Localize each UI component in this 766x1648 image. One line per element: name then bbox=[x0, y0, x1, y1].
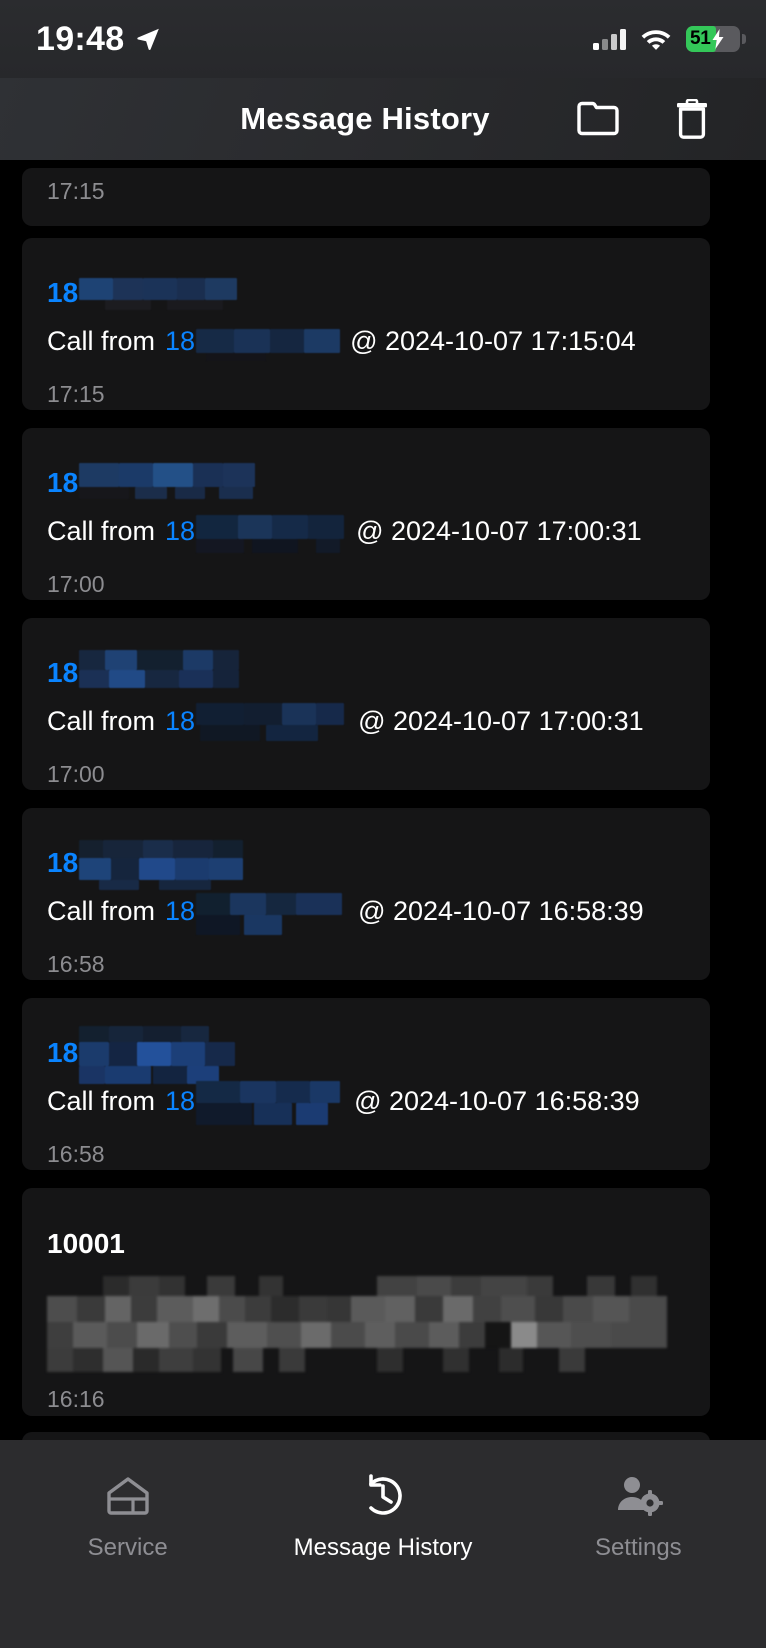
message-body-number: 18 bbox=[165, 1086, 196, 1116]
home-icon bbox=[103, 1470, 153, 1520]
delete-button[interactable] bbox=[670, 97, 714, 141]
message-title: 18 bbox=[47, 1037, 79, 1068]
charging-bolt-icon bbox=[712, 29, 724, 49]
message-body-suffix: @ 2024-10-07 17:00:31 bbox=[356, 516, 642, 546]
message-time: 17:00 bbox=[47, 761, 105, 787]
app-root: 19:48 51 Message History 17:15 18 Call f… bbox=[0, 0, 766, 1648]
list-item[interactable] bbox=[22, 1432, 710, 1440]
user-gear-icon bbox=[613, 1470, 664, 1520]
message-body-suffix: @ 2024-10-07 16:58:39 bbox=[358, 896, 644, 926]
folder-icon bbox=[577, 101, 619, 136]
message-title-row: 10001 bbox=[47, 1188, 685, 1258]
tab-service[interactable]: Service bbox=[0, 1470, 255, 1562]
message-body-suffix: @ 2024-10-07 16:58:39 bbox=[354, 1086, 640, 1116]
list-item[interactable]: 18 Call from 18 bbox=[22, 428, 710, 600]
tab-label: Settings bbox=[594, 1534, 682, 1561]
redacted-message-body bbox=[47, 1276, 667, 1372]
folder-button[interactable] bbox=[576, 97, 620, 141]
list-item[interactable]: 10001 16:16 bbox=[22, 1188, 710, 1416]
list-item[interactable]: 18 Call from 18 @ 2024-10-07 16:58:39 16… bbox=[22, 998, 710, 1170]
message-body: Call from 18 @ 2024-10-07 17:00:31 bbox=[47, 498, 685, 553]
cellular-bars-icon bbox=[593, 28, 626, 50]
message-body: Call from 18 @ 2024-10-07 17:15:04 bbox=[47, 308, 685, 361]
redacted-phone-number bbox=[79, 463, 261, 499]
message-time: 16:58 bbox=[47, 1141, 105, 1167]
redacted-phone-number bbox=[196, 892, 348, 935]
message-time: 17:15 bbox=[47, 381, 105, 407]
message-time: 16:58 bbox=[47, 951, 105, 977]
message-body-number: 18 bbox=[165, 516, 196, 546]
message-body-number: 18 bbox=[165, 706, 196, 736]
list-item[interactable]: 17:15 bbox=[22, 168, 710, 226]
message-body-number: 18 bbox=[165, 896, 196, 926]
message-body-prefix: Call from bbox=[47, 326, 156, 356]
redacted-phone-number bbox=[196, 1080, 344, 1125]
battery-icon: 51 bbox=[686, 26, 746, 52]
message-body-number: 18 bbox=[165, 326, 196, 356]
message-time: 17:15 bbox=[47, 178, 105, 204]
message-body-prefix: Call from bbox=[47, 516, 156, 546]
redacted-phone-number bbox=[196, 702, 348, 741]
tab-message-history[interactable]: Message History bbox=[255, 1470, 510, 1562]
list-item[interactable]: 18 Call from 18 bbox=[22, 618, 710, 790]
message-body: Call from 18 @ 2024-10-07 16:58:39 bbox=[47, 878, 685, 935]
clock-history-icon bbox=[358, 1470, 408, 1520]
message-list[interactable]: 17:15 18 Call from 18 @ 2024-10-07 17:15… bbox=[0, 160, 766, 1440]
redacted-phone-number bbox=[196, 328, 344, 361]
message-title-row: 18 bbox=[47, 428, 685, 499]
message-body-prefix: Call from bbox=[47, 706, 156, 736]
message-title-row: 18 bbox=[47, 238, 685, 310]
tab-label: Service bbox=[87, 1534, 168, 1561]
message-body-prefix: Call from bbox=[47, 896, 156, 926]
tab-bar: Service Message History Settings bbox=[0, 1440, 766, 1648]
message-body: Call from 18 @ 2024-10-07 17:00:31 bbox=[47, 688, 685, 741]
redacted-phone-number bbox=[79, 840, 261, 890]
message-time: 16:16 bbox=[47, 1386, 105, 1412]
navigation-actions bbox=[576, 97, 766, 141]
list-item[interactable]: 18 Call from 18 bbox=[22, 808, 710, 980]
message-title-row: 18 bbox=[47, 998, 685, 1084]
message-title: 18 bbox=[47, 467, 79, 498]
status-bar: 19:48 51 bbox=[0, 0, 766, 78]
battery-percent-label: 51 bbox=[690, 28, 711, 49]
message-body-suffix: @ 2024-10-07 17:00:31 bbox=[358, 706, 644, 736]
redacted-phone-number bbox=[79, 278, 239, 310]
list-item[interactable]: 18 Call from 18 bbox=[22, 238, 710, 410]
status-bar-right: 51 bbox=[593, 26, 746, 52]
message-title: 18 bbox=[47, 657, 79, 688]
status-bar-clock: 19:48 bbox=[36, 19, 125, 58]
tab-label: Message History bbox=[293, 1534, 473, 1561]
message-body-prefix: Call from bbox=[47, 1086, 156, 1116]
trash-icon bbox=[677, 99, 707, 139]
message-title-row: 18 bbox=[47, 808, 685, 890]
status-bar-left: 19:48 bbox=[36, 20, 161, 59]
message-title: 10001 bbox=[47, 1228, 125, 1259]
tab-settings[interactable]: Settings bbox=[511, 1470, 766, 1562]
redacted-phone-number bbox=[79, 1026, 251, 1084]
message-time: 17:00 bbox=[47, 571, 105, 597]
location-arrow-icon bbox=[137, 28, 160, 51]
message-title: 18 bbox=[47, 847, 79, 878]
message-body-suffix: @ 2024-10-07 17:15:04 bbox=[350, 326, 636, 356]
message-title: 18 bbox=[47, 277, 79, 308]
redacted-phone-number bbox=[79, 650, 255, 688]
navigation-bar: Message History bbox=[0, 78, 766, 160]
wifi-icon bbox=[641, 30, 671, 50]
message-title-row: 18 bbox=[47, 618, 685, 688]
redacted-phone-number bbox=[196, 514, 346, 553]
